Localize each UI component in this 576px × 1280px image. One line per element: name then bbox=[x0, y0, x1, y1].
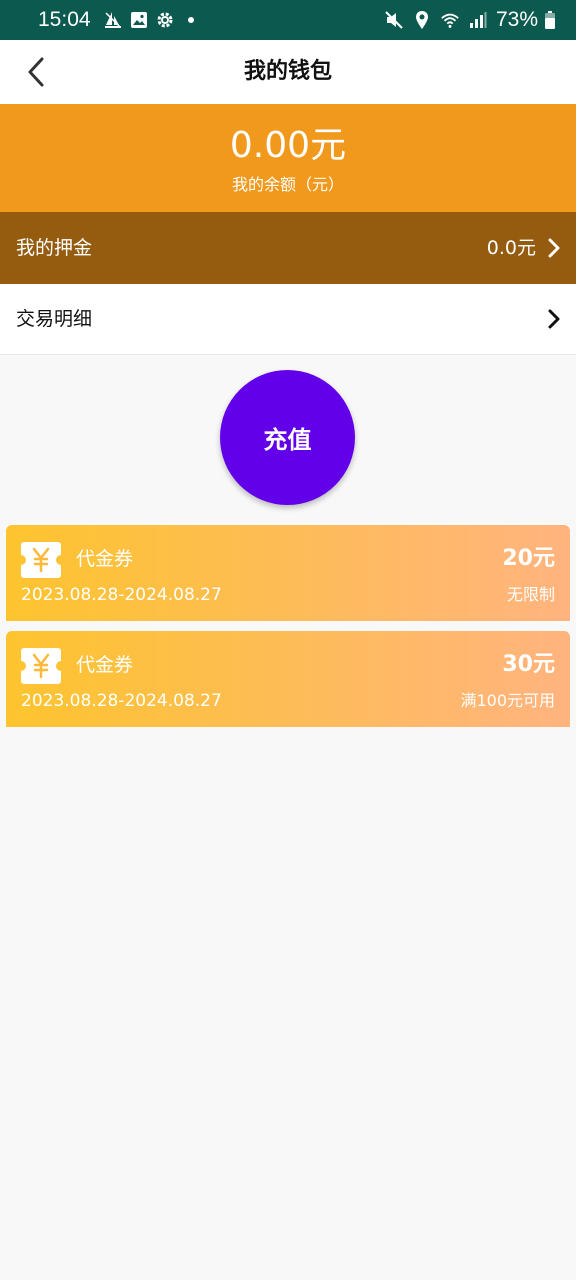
chevron-left-icon bbox=[25, 56, 47, 88]
chevron-right-icon bbox=[544, 238, 564, 258]
coupon-date-range: 2023.08.28-2024.08.27 bbox=[21, 585, 222, 605]
chevron-right-icon bbox=[544, 309, 564, 329]
coupon-name: 代金券 bbox=[76, 654, 134, 676]
deposit-label: 我的押金 bbox=[16, 237, 93, 259]
yen-ticket-icon bbox=[21, 648, 61, 684]
battery-icon bbox=[544, 11, 556, 29]
balance-panel: 0.00元 我的余额（元） bbox=[0, 104, 576, 212]
deposit-value: 0.0元 bbox=[486, 237, 536, 259]
deposit-row[interactable]: 我的押金 0.0元 bbox=[0, 212, 576, 284]
signal-icon bbox=[468, 10, 488, 30]
balance-label: 我的余额（元） bbox=[231, 175, 344, 194]
status-time: 15:04 bbox=[38, 8, 91, 31]
coupon-value: 20元 bbox=[502, 546, 555, 571]
mute-icon bbox=[384, 10, 404, 30]
recharge-button[interactable]: 充值 bbox=[220, 370, 355, 505]
sailboat-icon bbox=[103, 10, 123, 30]
coupon-condition: 满100元可用 bbox=[460, 691, 555, 710]
wifi-icon bbox=[440, 10, 460, 30]
coupon-card[interactable]: 代金券 30元 2023.08.28-2024.08.27 满100元可用 bbox=[6, 631, 570, 732]
balance-amount: 0.00元 bbox=[229, 125, 347, 166]
coupon-name: 代金券 bbox=[76, 548, 134, 570]
back-button[interactable] bbox=[16, 52, 56, 92]
coupon-condition: 无限制 bbox=[506, 585, 555, 604]
coupon-card[interactable]: 代金券 20元 2023.08.28-2024.08.27 无限制 bbox=[6, 525, 570, 626]
app-header: 我的钱包 bbox=[0, 40, 576, 104]
coupon-value: 30元 bbox=[502, 652, 555, 677]
gear-icon bbox=[155, 10, 175, 30]
page-title: 我的钱包 bbox=[243, 59, 332, 84]
dot-icon bbox=[181, 10, 201, 30]
battery-percent: 73% bbox=[495, 8, 538, 31]
transactions-row[interactable]: 交易明细 bbox=[0, 284, 576, 355]
yen-ticket-icon bbox=[21, 542, 61, 578]
location-icon bbox=[412, 10, 432, 30]
status-bar: 15:04 73% bbox=[0, 0, 576, 40]
image-icon bbox=[129, 10, 149, 30]
transactions-label: 交易明细 bbox=[16, 308, 93, 330]
coupon-date-range: 2023.08.28-2024.08.27 bbox=[21, 691, 222, 711]
